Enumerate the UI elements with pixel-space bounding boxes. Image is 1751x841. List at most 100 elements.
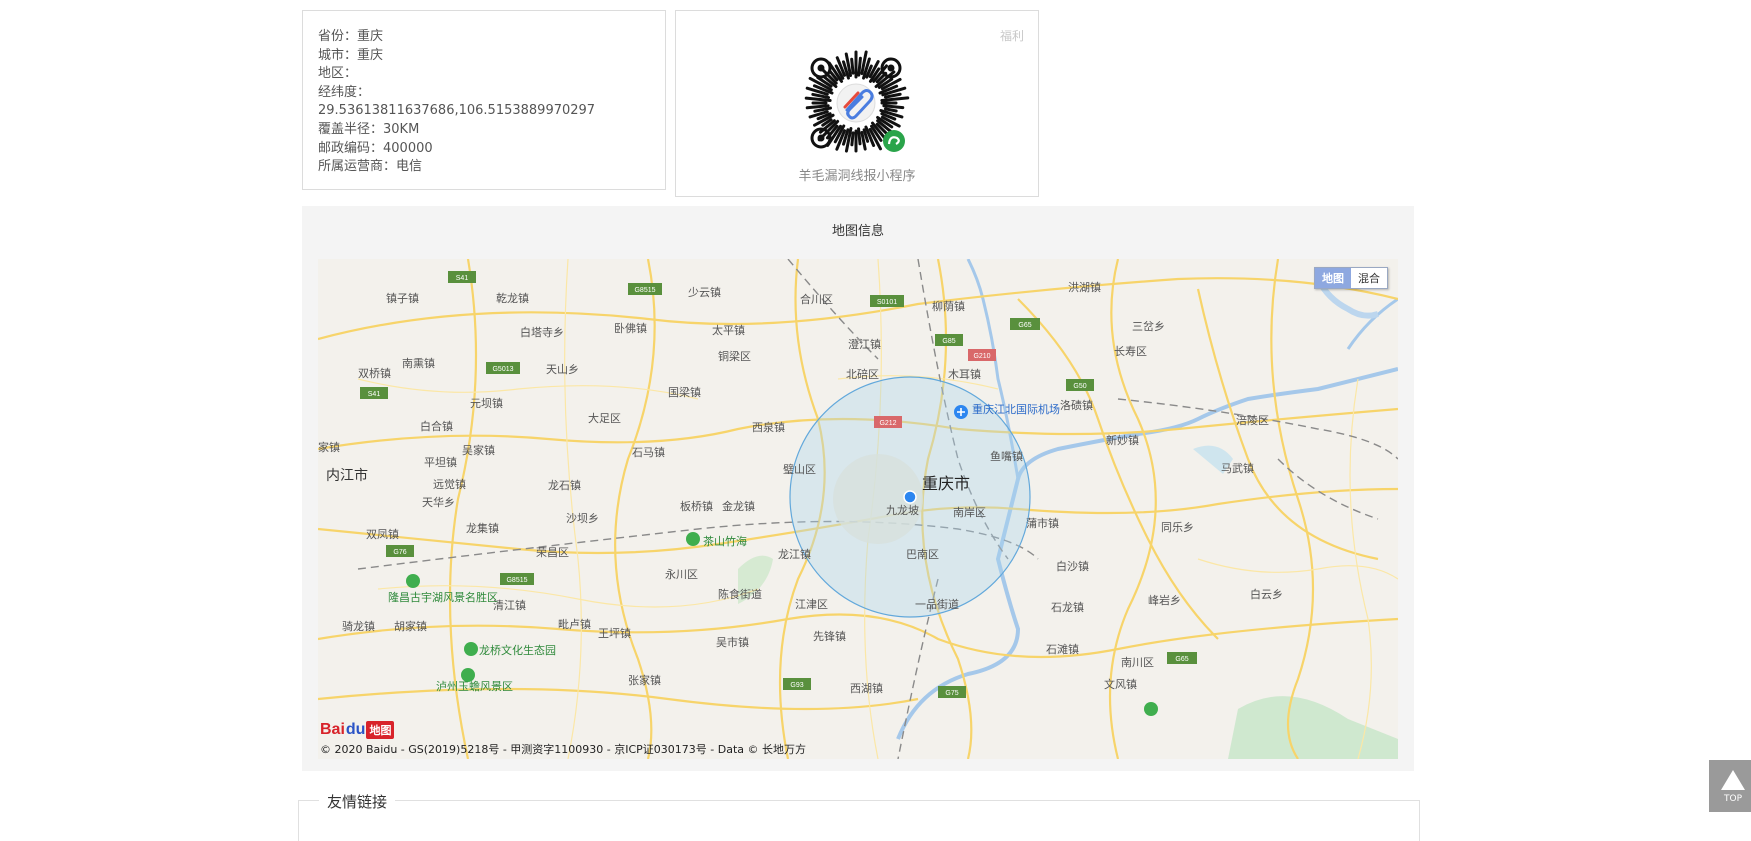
baidu-logo-text: Bai xyxy=(320,721,345,738)
map-title: 地图信息 xyxy=(831,224,884,239)
label-bishan: 璧山区 xyxy=(783,462,816,476)
highway-g75: G75 xyxy=(938,686,966,698)
label-chenshi: 陈食街道 xyxy=(718,587,762,601)
highway-g50: G50 xyxy=(1066,379,1094,391)
label-taiping: 太平镇 xyxy=(712,323,745,337)
label-tongliang: 铜梁区 xyxy=(718,349,751,363)
svg-text:G212: G212 xyxy=(879,420,896,427)
baidu-map-badge: 地图 xyxy=(366,721,395,739)
highway-g65-b: G65 xyxy=(1167,652,1197,664)
label-longjiang: 龙江镇 xyxy=(778,547,811,561)
label-liuyin: 柳荫镇 xyxy=(932,299,965,313)
label-nanchuan: 南川区 xyxy=(1121,656,1154,669)
mini-program-qr-code xyxy=(804,50,910,153)
highway-s41-a: S41 xyxy=(448,271,476,283)
label-jiangjin: 江津区 xyxy=(795,598,828,611)
label-chongqing: 重庆市 xyxy=(922,475,970,493)
map-type-hybrid-button[interactable]: 混合 xyxy=(1351,268,1387,288)
baidu-logo[interactable]: Bai du 地图 xyxy=(320,721,395,739)
map-canvas[interactable]: S41 G8515 S0101 G65 G85 G210 G5013 S41 G… xyxy=(318,259,1398,759)
label-pushi: 蒲市镇 xyxy=(1026,516,1059,530)
label-pilu: 毗卢镇 xyxy=(558,617,591,631)
label-qianlong: 乾龙镇 xyxy=(496,291,529,305)
baidu-map[interactable]: S41 G8515 S0101 G65 G85 G210 G5013 S41 G… xyxy=(318,259,1398,759)
label-wushi: 吴市镇 xyxy=(716,635,749,649)
highway-g76: G76 xyxy=(386,545,414,557)
label-zhangjia: 张家镇 xyxy=(628,673,661,687)
label-mawu: 马武镇 xyxy=(1221,461,1254,475)
label-tianhua: 天华乡 xyxy=(422,495,455,509)
label-sancha: 三岔乡 xyxy=(1132,320,1165,333)
label-baihe: 白合镇 xyxy=(420,419,453,433)
label-dazu: 大足区 xyxy=(588,411,621,425)
district-text: 地区： xyxy=(318,66,358,82)
highway-g5013: G5013 xyxy=(486,362,520,374)
svg-text:G8515: G8515 xyxy=(506,577,527,584)
qr-caption: 羊毛漏洞线报小程序 xyxy=(798,169,916,184)
label-yuanba: 元坝镇 xyxy=(470,396,503,410)
label-longji: 龙集镇 xyxy=(466,521,499,535)
back-to-top-button[interactable]: TOP xyxy=(1709,760,1751,812)
label-yongchuan: 永川区 xyxy=(665,567,698,581)
label-xianfeng: 先锋镇 xyxy=(813,629,846,643)
highway-g85: G85 xyxy=(935,334,963,346)
label-baiyun: 白云乡 xyxy=(1250,587,1283,601)
radius-text: 覆盖半径：30KM xyxy=(318,121,420,137)
label-qingjiang: 清江镇 xyxy=(493,598,526,612)
label-banqiao: 板桥镇 xyxy=(680,499,713,513)
label-qilong: 骑龙镇 xyxy=(342,619,375,633)
label-longchang: 隆昌古宇湖风景名胜区 xyxy=(388,590,498,604)
location-info-card: 省份：重庆 城市：重庆 地区： 经纬度： 29.53613811637686,1… xyxy=(302,10,666,190)
label-xihu: 西湖镇 xyxy=(850,681,883,695)
label-shuangfeng: 双凤镇 xyxy=(366,527,399,541)
label-baisha: 白沙镇 xyxy=(1056,559,1089,573)
label-nanxun: 南熏镇 xyxy=(402,356,435,370)
svg-text:G75: G75 xyxy=(945,690,958,697)
label-tongle: 同乐乡 xyxy=(1161,521,1194,534)
friendly-links-section: 友情链接 xyxy=(298,791,1420,841)
label-jia: 家镇 xyxy=(318,440,340,454)
label-changshou: 长寿区 xyxy=(1114,344,1147,358)
back-to-top-label: TOP xyxy=(1723,794,1742,804)
label-shaoyun: 少云镇 xyxy=(688,285,721,299)
svg-text:G50: G50 xyxy=(1073,383,1086,390)
label-baitasi: 白塔寺乡 xyxy=(520,325,564,339)
svg-text:G65: G65 xyxy=(1175,656,1188,663)
highway-s41-b: S41 xyxy=(360,387,388,399)
label-hechuan: 合川区 xyxy=(800,292,833,306)
label-xinmiao: 新妙镇 xyxy=(1106,433,1139,447)
label-xiquan: 西泉镇 xyxy=(752,420,785,434)
map-type-map-button[interactable]: 地图 xyxy=(1315,268,1351,288)
province-text: 省份：重庆 xyxy=(318,29,384,44)
svg-text:G65: G65 xyxy=(1018,322,1031,329)
highway-g212: G212 xyxy=(874,416,902,428)
friendly-links-title: 友情链接 xyxy=(319,791,396,812)
coords-value: 29.53613811637686,106.5153889970297 xyxy=(318,103,596,119)
map-type-toggle[interactable]: 地图 混合 xyxy=(1314,267,1388,289)
label-shilong: 石龙镇 xyxy=(1051,600,1084,614)
carrier-text: 所属运营商：电信 xyxy=(318,159,423,175)
highway-g8515-a: G8515 xyxy=(628,283,662,295)
svg-text:G93: G93 xyxy=(790,682,803,689)
label-nanan: 南岸区 xyxy=(953,506,986,519)
svg-text:S0101: S0101 xyxy=(877,299,897,306)
city-text: 城市：重庆 xyxy=(318,47,384,63)
svg-text:G76: G76 xyxy=(393,549,406,556)
up-arrow-icon xyxy=(1721,770,1745,790)
label-chashan: 茶山竹海 xyxy=(703,534,747,548)
label-wofo: 卧佛镇 xyxy=(614,321,647,335)
highway-g210: G210 xyxy=(968,349,996,361)
label-jiulongpo: 九龙坡 xyxy=(886,504,919,517)
label-airport: 重庆江北国际机场 xyxy=(972,402,1060,416)
label-longshi: 龙石镇 xyxy=(548,478,581,492)
label-shima: 石马镇 xyxy=(632,445,665,459)
svg-text:G5013: G5013 xyxy=(492,366,513,373)
label-tianshan: 天山乡 xyxy=(546,363,579,376)
label-banan: 巴南区 xyxy=(906,548,939,561)
label-fuling: 涪陵区 xyxy=(1236,413,1269,427)
label-shuangqiao: 双桥镇 xyxy=(358,366,391,380)
label-honghu: 洪湖镇 xyxy=(1068,280,1101,294)
label-muer: 木耳镇 xyxy=(948,367,981,381)
mini-program-card[interactable]: 福利 羊毛漏洞线报小程序 xyxy=(675,10,1039,197)
map-copyright: © 2020 Baidu - GS(2019)5218号 - 甲测资字11009… xyxy=(320,743,807,756)
